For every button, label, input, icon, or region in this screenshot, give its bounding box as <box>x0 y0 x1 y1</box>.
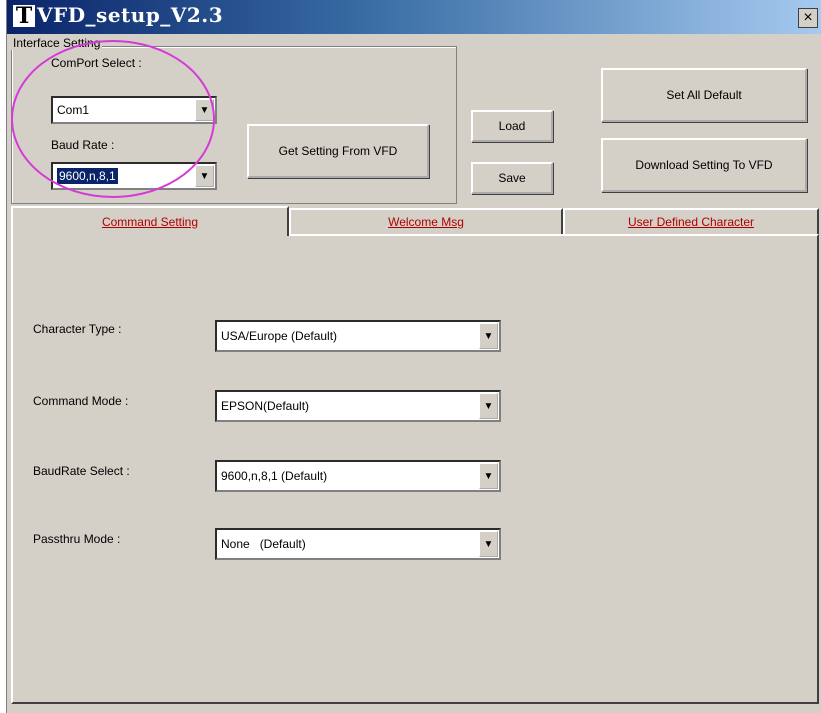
command-mode-label: Command Mode : <box>33 394 129 408</box>
character-type-value: USA/Europe (Default) <box>221 329 338 343</box>
passthru-mode-label: Passthru Mode : <box>33 532 121 546</box>
command-mode-value: EPSON(Default) <box>221 399 310 413</box>
load-button[interactable]: Load <box>471 110 553 142</box>
chevron-down-icon[interactable]: ▼ <box>479 531 498 557</box>
comport-select[interactable]: Com1 ▼ <box>51 96 217 124</box>
comport-label: ComPort Select : <box>51 56 142 70</box>
comport-value: Com1 <box>57 103 90 117</box>
baud-rate-label: Baud Rate : <box>51 138 115 152</box>
save-button[interactable]: Save <box>471 162 553 194</box>
chevron-down-icon[interactable]: ▼ <box>479 323 498 349</box>
baud-rate-value: 9600,n,8,1 <box>57 168 118 184</box>
app-icon: T <box>13 5 35 27</box>
baudrate-select-label: BaudRate Select : <box>33 464 130 478</box>
app-window: T VFD_setup_V2.3 × Interface Setting Com… <box>6 0 821 713</box>
title-bar[interactable]: T VFD_setup_V2.3 × <box>7 0 821 34</box>
chevron-down-icon[interactable]: ▼ <box>479 393 498 419</box>
interface-setting-label: Interface Setting <box>11 36 103 50</box>
download-setting-button[interactable]: Download Setting To VFD <box>601 138 807 192</box>
tab-user-defined-character[interactable]: User Defined Character <box>563 208 819 234</box>
passthru-mode-select[interactable]: None (Default) ▼ <box>215 528 501 560</box>
window-title: VFD_setup_V2.3 <box>37 3 224 27</box>
get-setting-from-vfd-button[interactable]: Get Setting From VFD <box>247 124 429 178</box>
baud-rate-select[interactable]: 9600,n,8,1 ▼ <box>51 162 217 190</box>
tab-welcome-msg[interactable]: Welcome Msg <box>289 208 563 234</box>
set-all-default-button[interactable]: Set All Default <box>601 68 807 122</box>
baudrate-select-value: 9600,n,8,1 (Default) <box>221 469 328 483</box>
chevron-down-icon[interactable]: ▼ <box>195 165 214 187</box>
character-type-label: Character Type : <box>33 322 122 336</box>
baudrate-select[interactable]: 9600,n,8,1 (Default) ▼ <box>215 460 501 492</box>
tab-command-setting[interactable]: Command Setting <box>11 206 289 236</box>
close-button[interactable]: × <box>798 8 818 28</box>
chevron-down-icon[interactable]: ▼ <box>479 463 498 489</box>
command-mode-select[interactable]: EPSON(Default) ▼ <box>215 390 501 422</box>
chevron-down-icon[interactable]: ▼ <box>195 99 214 121</box>
passthru-mode-value: None (Default) <box>221 537 306 551</box>
character-type-select[interactable]: USA/Europe (Default) ▼ <box>215 320 501 352</box>
tab-strip: Command Setting Welcome Msg User Defined… <box>11 206 819 236</box>
